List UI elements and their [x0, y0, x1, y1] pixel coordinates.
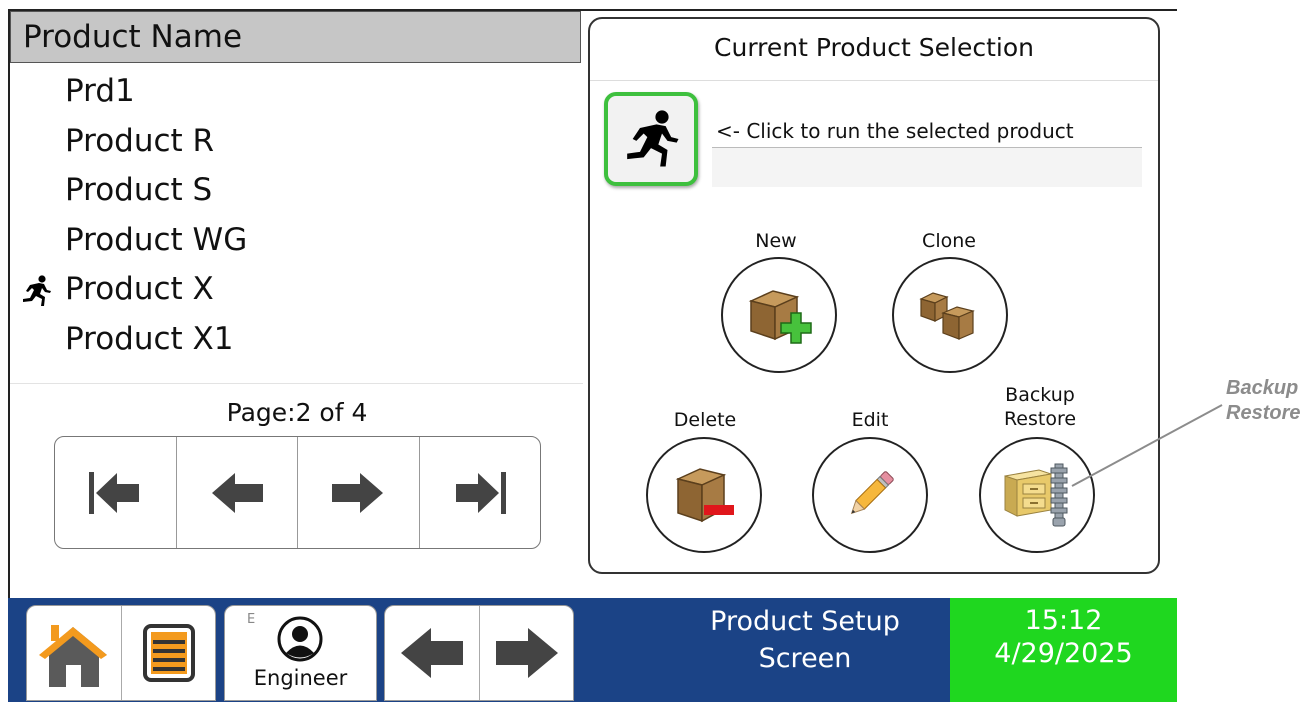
list-item[interactable]: Product X1 [10, 315, 583, 365]
product-list-panel: Product Name Prd1 Product R Product S Pr… [10, 11, 583, 383]
home-menu-group [26, 605, 216, 701]
previous-page-icon [211, 472, 263, 513]
current-product-selection-panel: Current Product Selection <- Click to ru… [588, 17, 1160, 574]
title-divider [590, 80, 1158, 81]
backup-restore-callout: Backup Restore [1226, 376, 1316, 426]
menu-list-icon [142, 624, 195, 682]
backup-restore-label: Backup Restore [960, 383, 1120, 431]
restore-label-line: Restore [1003, 408, 1077, 430]
edit-label: Edit [851, 409, 889, 431]
clone-product-button[interactable] [892, 257, 1008, 373]
home-icon [39, 625, 108, 687]
product-name: Product S [65, 172, 213, 208]
list-item[interactable]: Product WG [10, 216, 583, 266]
selection-title: Current Product Selection [714, 33, 1034, 62]
clock-time: 15:12 [1024, 605, 1103, 636]
list-item[interactable]: Product S [10, 166, 583, 216]
list-divider [10, 383, 583, 384]
screen-title-line: Screen [758, 643, 852, 674]
next-page-icon [332, 472, 384, 513]
product-name: Product R [65, 122, 215, 159]
running-man-icon [23, 275, 51, 306]
product-list: Prd1 Product R Product S Product WG Prod… [10, 67, 583, 364]
user-role-label: Engineer [253, 666, 348, 690]
page-indicator: Page:2 of 4 [226, 398, 368, 427]
run-hint-label: <- Click to run the selected product [716, 119, 1074, 143]
backup-restore-button[interactable] [979, 437, 1095, 553]
screen-nav-group [384, 605, 574, 701]
forward-arrow-icon [495, 628, 558, 678]
last-page-icon [455, 471, 506, 514]
clone-label: Clone [922, 230, 976, 252]
delete-label: Delete [673, 409, 737, 431]
forward-button[interactable] [480, 606, 573, 700]
list-item[interactable]: Product X [10, 265, 583, 315]
next-page-button[interactable] [298, 437, 420, 548]
previous-page-button[interactable] [177, 437, 298, 548]
back-button[interactable] [385, 606, 481, 700]
last-page-button[interactable] [420, 437, 541, 548]
run-product-button[interactable] [604, 92, 698, 186]
menu-button[interactable] [122, 606, 215, 700]
archive-cabinet-icon [1004, 463, 1068, 527]
back-arrow-icon [401, 628, 464, 678]
backup-label-line: Backup [1005, 384, 1075, 406]
clone-boxes-icon [919, 292, 975, 340]
first-page-button[interactable] [55, 437, 177, 548]
user-avatar-icon [277, 616, 323, 662]
home-button[interactable] [27, 606, 123, 700]
clock-date: 4/29/2025 [994, 638, 1133, 669]
user-level-badge: E [247, 612, 256, 627]
new-box-icon [748, 290, 812, 344]
callout-line-2: Restore [1226, 402, 1301, 424]
delete-box-icon [675, 468, 734, 523]
edit-product-button[interactable] [812, 437, 928, 553]
new-label: New [755, 230, 797, 252]
product-name: Product X [65, 271, 214, 307]
screen-title: Product Setup Screen [660, 603, 950, 677]
product-name: Product WG [65, 221, 248, 258]
product-name: Product X1 [65, 320, 234, 357]
callout-line-1: Backup [1226, 377, 1299, 399]
first-page-icon [89, 471, 140, 514]
product-name: Prd1 [65, 73, 135, 109]
delete-product-button[interactable] [646, 437, 762, 553]
list-item[interactable]: Prd1 [10, 67, 583, 117]
pencil-icon [850, 471, 894, 515]
user-button[interactable]: E Engineer [224, 605, 377, 701]
new-product-button[interactable] [721, 257, 837, 373]
product-list-header: Product Name [10, 11, 581, 63]
pager [54, 436, 541, 549]
running-man-icon [627, 110, 679, 167]
clock-panel: 15:12 4/29/2025 [950, 598, 1177, 702]
list-item[interactable]: Product R [10, 117, 583, 167]
selected-product-field [712, 147, 1142, 187]
screen-title-line: Product Setup [710, 606, 900, 637]
